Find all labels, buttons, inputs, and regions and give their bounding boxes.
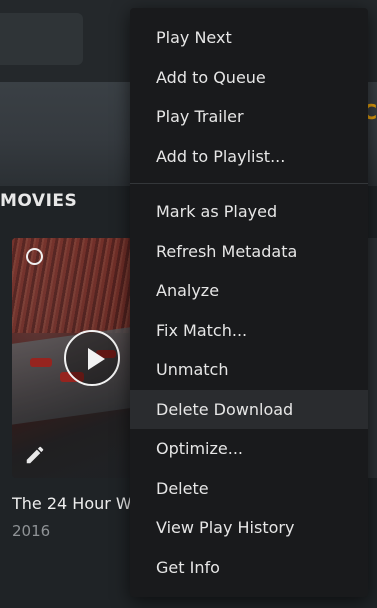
play-triangle <box>88 348 105 370</box>
menu-item-add-to-queue[interactable]: Add to Queue <box>130 58 368 98</box>
menu-item-unmatch[interactable]: Unmatch <box>130 350 368 390</box>
menu-item-play-trailer[interactable]: Play Trailer <box>130 97 368 137</box>
menu-item-mark-as-played[interactable]: Mark as Played <box>130 192 368 232</box>
menu-item-refresh-metadata[interactable]: Refresh Metadata <box>130 232 368 272</box>
movie-year: 2016 <box>12 522 51 540</box>
menu-item-delete[interactable]: Delete <box>130 469 368 509</box>
menu-item-add-to-playlist[interactable]: Add to Playlist... <box>130 137 368 177</box>
menu-item-view-play-history[interactable]: View Play History <box>130 508 368 548</box>
play-icon[interactable] <box>64 330 120 386</box>
context-menu: Play Next Add to Queue Play Trailer Add … <box>130 8 368 597</box>
section-title: MOVIES <box>0 191 78 211</box>
menu-item-analyze[interactable]: Analyze <box>130 271 368 311</box>
pencil-icon[interactable] <box>24 444 46 466</box>
menu-item-delete-download[interactable]: Delete Download <box>130 389 368 429</box>
menu-item-optimize[interactable]: Optimize... <box>130 429 368 469</box>
select-circle-icon[interactable] <box>26 248 43 265</box>
menu-divider <box>130 183 368 184</box>
search-input[interactable] <box>0 13 83 65</box>
menu-item-play-next[interactable]: Play Next <box>130 18 368 58</box>
menu-item-get-info[interactable]: Get Info <box>130 548 368 588</box>
menu-item-fix-match[interactable]: Fix Match... <box>130 311 368 351</box>
app-screen: C MOVIES The 24 Hour W 2016 Play Next Ad… <box>0 0 377 608</box>
